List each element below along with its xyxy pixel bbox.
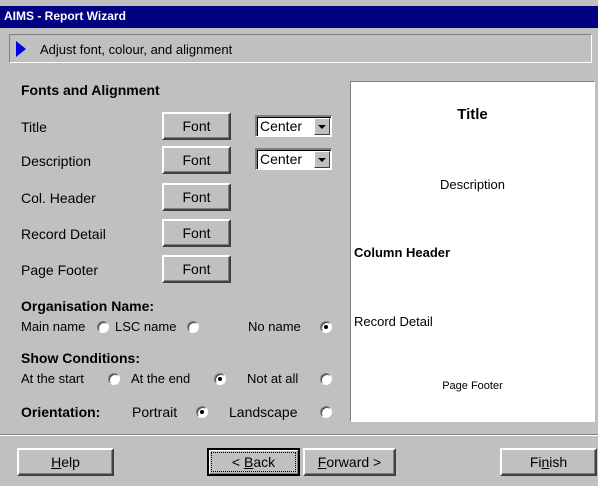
main-name-radio[interactable] <box>97 321 109 333</box>
separator <box>0 434 598 436</box>
preview-description: Description <box>439 177 506 192</box>
portrait-radio[interactable] <box>196 406 208 418</box>
description-alignment-value: Center <box>260 151 303 167</box>
col-header-label: Col. Header <box>21 190 96 206</box>
chevron-down-icon[interactable] <box>314 118 330 135</box>
landscape-label: Landscape <box>229 404 298 420</box>
forward-mnemonic: F <box>317 454 327 470</box>
back-mnemonic: B <box>243 454 254 470</box>
col-header-font-button[interactable]: Font <box>162 183 231 211</box>
step-banner: Adjust font, colour, and alignment <box>9 34 592 63</box>
title-font-button[interactable]: Font <box>162 112 231 140</box>
help-mnemonic: H <box>51 454 62 470</box>
step-text: Adjust font, colour, and alignment <box>40 42 233 57</box>
finish-label-start: Fi <box>529 454 542 470</box>
back-label-rest: ack <box>253 454 276 470</box>
not-at-all-label: Not at all <box>247 371 299 386</box>
forward-label-rest: orward > <box>326 454 382 470</box>
page-footer-font-button[interactable]: Font <box>162 255 231 283</box>
description-font-button[interactable]: Font <box>162 146 231 174</box>
chevron-down-icon[interactable] <box>314 151 330 168</box>
preview-record-detail: Record Detail <box>354 314 433 329</box>
lsc-name-label: LSC name <box>115 319 177 334</box>
landscape-radio[interactable] <box>320 406 332 418</box>
finish-label-rest: ish <box>549 454 568 470</box>
step-arrow-icon <box>16 41 26 57</box>
title-alignment-select[interactable]: Center <box>255 115 332 137</box>
conditions-heading: Show Conditions: <box>21 350 140 366</box>
back-prefix: < <box>231 454 244 470</box>
description-alignment-select[interactable]: Center <box>255 148 332 170</box>
title-alignment-value: Center <box>260 118 303 134</box>
not-at-all-radio[interactable] <box>320 373 332 385</box>
at-end-label: At the end <box>131 371 191 386</box>
no-name-label: No name <box>248 319 301 334</box>
orientation-heading: Orientation: <box>21 404 101 420</box>
at-start-label: At the start <box>21 371 84 386</box>
fonts-heading: Fonts and Alignment <box>21 82 160 98</box>
window-title: AIMS - Report Wizard <box>0 6 598 28</box>
record-detail-font-button[interactable]: Font <box>162 219 231 247</box>
finish-mnemonic: n <box>541 454 550 470</box>
help-label-rest: elp <box>61 454 80 470</box>
description-label: Description <box>21 153 92 169</box>
lsc-name-radio[interactable] <box>187 321 199 333</box>
main-name-label: Main name <box>21 319 86 334</box>
report-preview-panel: Title Description Column Header Record D… <box>350 81 595 422</box>
finish-button[interactable]: Fi n ish <box>500 448 597 476</box>
preview-title: Title <box>457 106 488 123</box>
preview-column-header: Column Header <box>354 245 451 260</box>
forward-button[interactable]: Forward > <box>303 448 396 476</box>
at-start-radio[interactable] <box>108 373 120 385</box>
portrait-label: Portrait <box>132 404 178 420</box>
title-label: Title <box>21 119 47 135</box>
report-wizard-window: AIMS - Report Wizard Adjust font, colour… <box>0 0 598 486</box>
at-end-radio[interactable] <box>214 373 226 385</box>
preview-page-footer: Page Footer <box>442 380 503 392</box>
no-name-radio[interactable] <box>320 321 332 333</box>
page-footer-label: Page Footer <box>21 262 99 278</box>
help-button[interactable]: Help <box>17 448 114 476</box>
organisation-heading: Organisation Name: <box>21 298 155 314</box>
record-detail-label: Record Detail <box>21 226 106 242</box>
back-button[interactable]: < Back <box>207 448 300 476</box>
